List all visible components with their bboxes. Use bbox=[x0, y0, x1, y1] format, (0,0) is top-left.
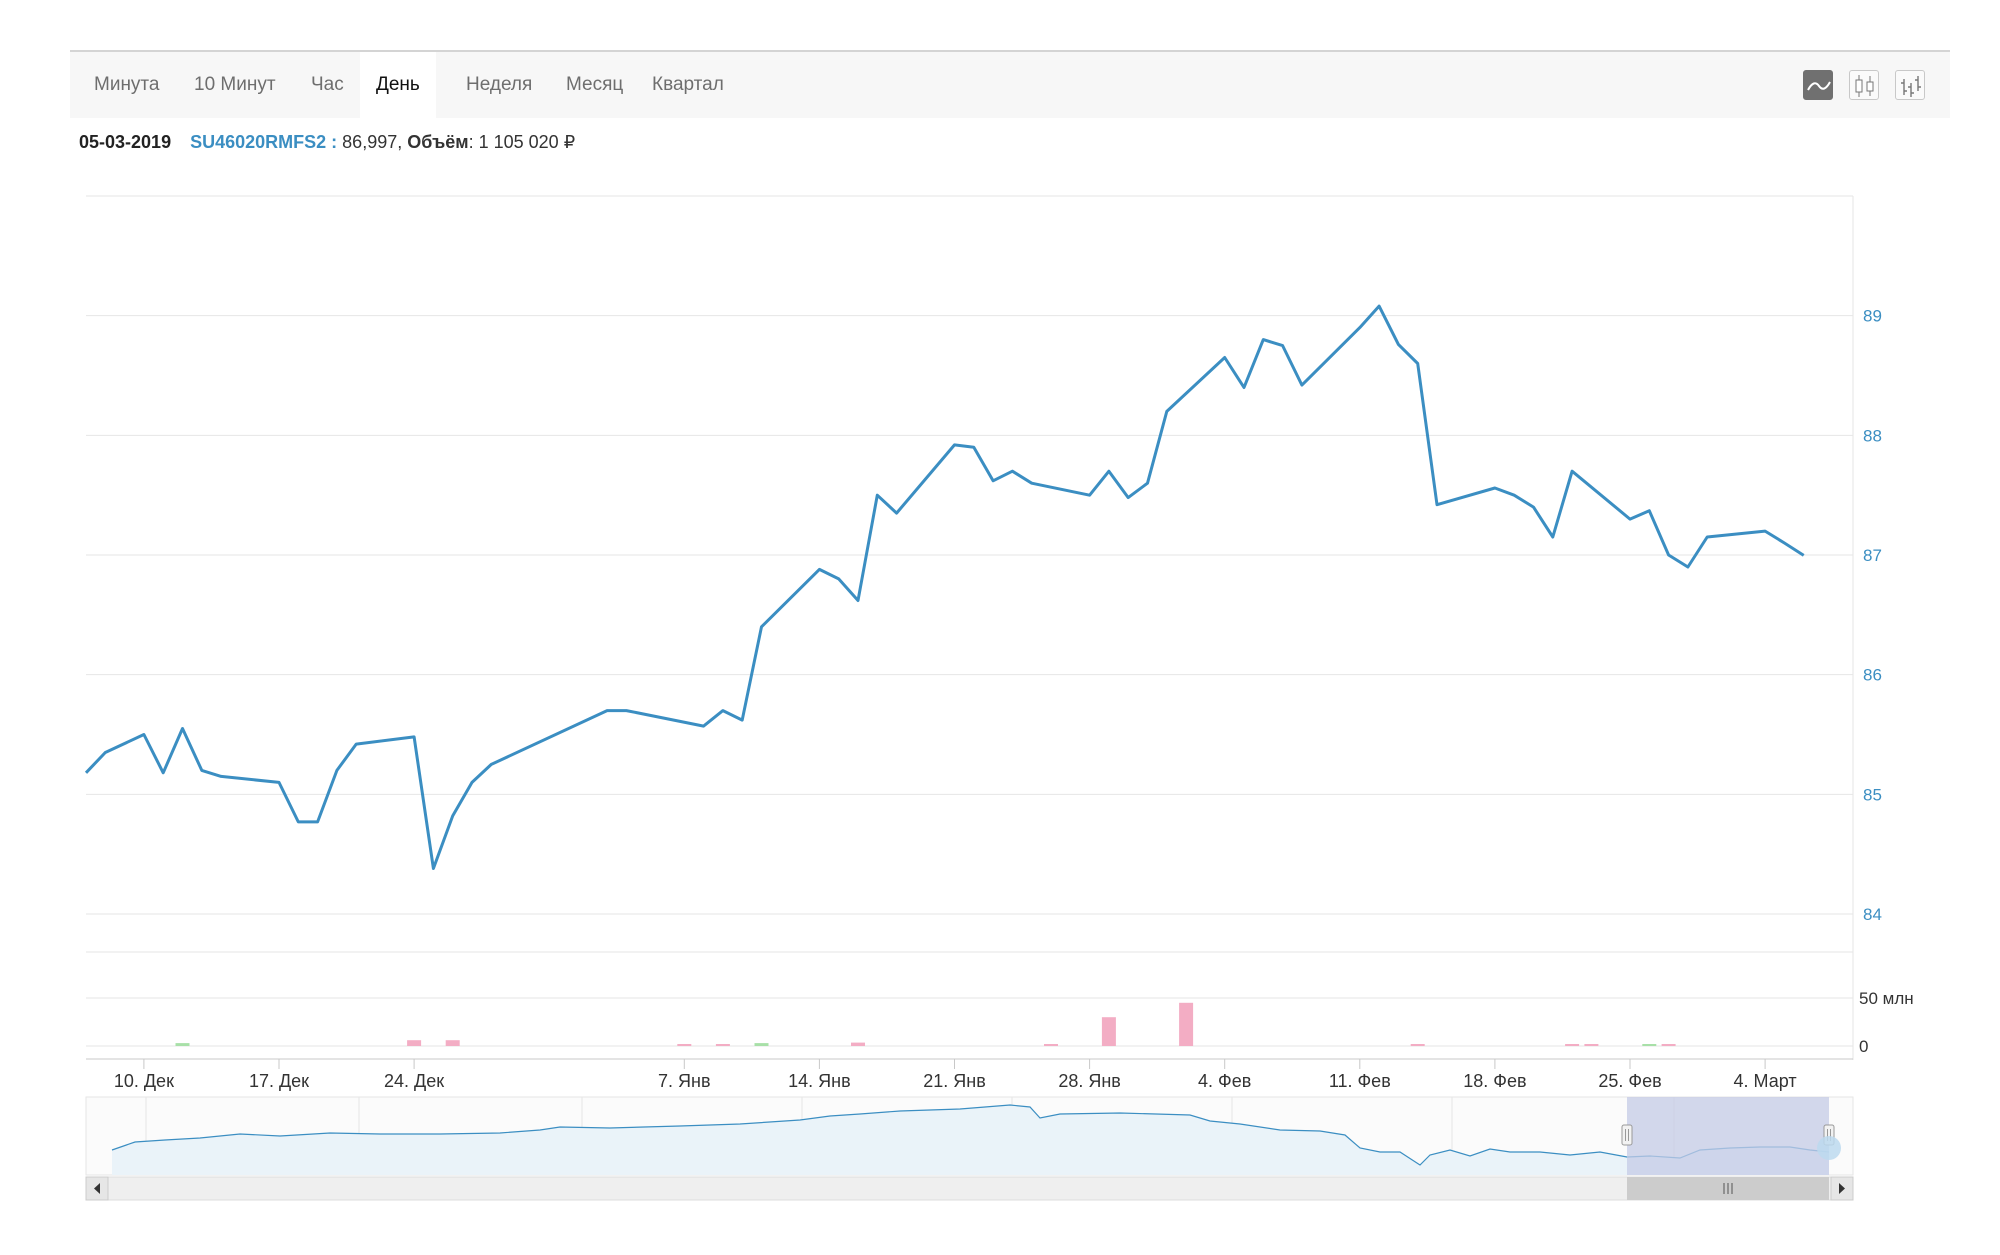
scrollbar-track[interactable] bbox=[85, 1176, 1854, 1201]
y-tick-label: 84 bbox=[1863, 905, 1882, 924]
x-tick-label: 24. Дек bbox=[384, 1071, 444, 1091]
volume-tick-label: 50 млн bbox=[1859, 989, 1914, 1008]
x-tick-label: 11. Фев bbox=[1329, 1071, 1391, 1091]
x-tick-label: 4. Фев bbox=[1198, 1071, 1251, 1091]
x-tick-label: 21. Янв bbox=[923, 1071, 986, 1091]
navigator-selection[interactable] bbox=[1627, 1097, 1829, 1175]
volume-bar bbox=[677, 1044, 692, 1046]
volume-bar bbox=[1410, 1044, 1425, 1046]
volume-axis: 0 50 млн bbox=[1859, 989, 1914, 1056]
volume-bar bbox=[1642, 1044, 1657, 1046]
navigator-end-marker bbox=[1817, 1136, 1841, 1160]
x-tick-label: 28. Янв bbox=[1058, 1071, 1121, 1091]
price-series bbox=[84, 304, 1805, 870]
time-axis: 10. Дек 17. Дек 24. Дек 7. Янв 14. Янв 21. Ян… bbox=[114, 1059, 1797, 1091]
x-tick-label: 10. Дек bbox=[114, 1071, 174, 1091]
x-tick-label: 25. Фев bbox=[1598, 1071, 1661, 1091]
price-gridlines bbox=[86, 315, 1853, 915]
volume-bar bbox=[715, 1044, 730, 1046]
navigator[interactable]: Апр '17Июл '17Окт '17Янв '18Апр '18Июл '… bbox=[85, 1096, 1854, 1176]
x-tick-label: 18. Фев bbox=[1463, 1071, 1526, 1091]
volume-bar bbox=[1101, 1017, 1116, 1046]
scroll-right-button[interactable] bbox=[1830, 1176, 1854, 1201]
y-tick-label: 89 bbox=[1863, 307, 1882, 326]
volume-bar bbox=[1661, 1044, 1676, 1046]
price-axis: 84 85 86 87 88 89 bbox=[1863, 307, 1882, 924]
volume-bar bbox=[1044, 1044, 1058, 1046]
volume-bar bbox=[1565, 1044, 1580, 1046]
x-tick-label: 7. Янв bbox=[658, 1071, 711, 1091]
volume-series bbox=[175, 1002, 1676, 1046]
y-tick-label: 86 bbox=[1863, 666, 1882, 685]
x-tick-label: 17. Дек bbox=[249, 1071, 309, 1091]
navigator-left-handle[interactable] bbox=[1621, 1124, 1633, 1146]
volume-tick-label: 0 bbox=[1859, 1037, 1868, 1056]
volume-bar bbox=[445, 1040, 460, 1046]
y-tick-label: 85 bbox=[1863, 785, 1882, 804]
x-tick-label: 14. Янв bbox=[788, 1071, 851, 1091]
volume-bar bbox=[1584, 1044, 1599, 1046]
volume-bar bbox=[851, 1042, 865, 1046]
volume-bar bbox=[175, 1043, 190, 1046]
price-chart: 84 85 86 87 88 89 0 50 млн 10. Дек 17. Дек 24. Д… bbox=[84, 195, 1914, 1201]
volume-bar bbox=[1179, 1002, 1194, 1046]
volume-bar bbox=[407, 1040, 422, 1046]
volume-gridlines bbox=[86, 997, 1853, 1047]
volume-bar bbox=[754, 1043, 769, 1046]
y-tick-label: 88 bbox=[1863, 426, 1882, 445]
scroll-left-button[interactable] bbox=[85, 1176, 109, 1201]
navigator-scrollbar[interactable] bbox=[85, 1176, 1854, 1201]
price-line bbox=[84, 304, 1805, 870]
x-tick-label: 4. Март bbox=[1734, 1071, 1797, 1091]
y-tick-label: 87 bbox=[1863, 546, 1882, 565]
